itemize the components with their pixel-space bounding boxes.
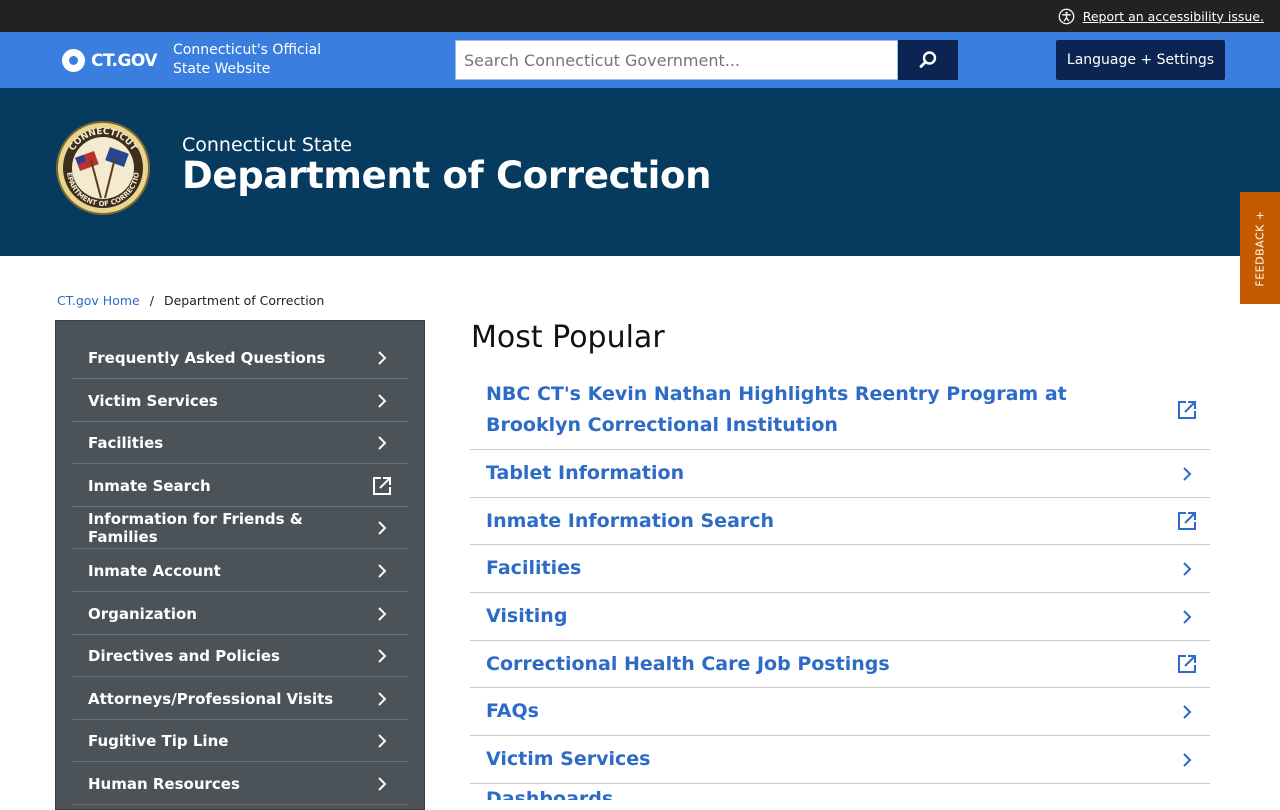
popular-item-label: Correctional Health Care Job Postings [486,652,890,675]
breadcrumb-separator: / [149,293,154,308]
external-link-icon [1176,510,1198,532]
department-seal-logo[interactable]: CONNECTICUT DEPARTMENT OF CORRECTION [55,120,151,216]
chevron-right-icon [372,646,392,666]
sidebar-item-organization[interactable]: Organization [72,593,408,635]
search-icon [919,51,937,68]
ctgov-logo-link[interactable]: CT.GOV [62,49,158,72]
chevron-right-icon [372,348,392,368]
popular-item-label: Tablet Information [486,462,685,484]
breadcrumb-home-link[interactable]: CT.gov Home [57,293,140,308]
popular-item-facilities[interactable]: Facilities [470,545,1210,593]
chevron-right-icon [1176,463,1198,485]
chevron-right-icon [372,774,392,794]
sidebar-item-faq[interactable]: Frequently Asked Questions [72,337,408,379]
chevron-right-icon [372,689,392,709]
chevron-right-icon [1176,558,1198,580]
external-link-icon [1176,653,1198,675]
sidebar-item-label: Attorneys/Professional Visits [88,689,334,708]
sidebar-nav: Frequently Asked Questions Victim Servic… [55,320,425,810]
external-link-icon [1176,399,1198,421]
sidebar-item-victim-services[interactable]: Victim Services [72,380,408,422]
popular-item-visiting[interactable]: Visiting [470,593,1210,641]
sidebar-item-attorneys[interactable]: Attorneys/Professional Visits [72,678,408,720]
popular-item-nbc-reentry[interactable]: NBC CT's Kevin Nathan Highlights Reentry… [470,370,1210,450]
most-popular-heading: Most Popular [471,320,665,355]
sidebar-item-label: Human Resources [88,774,240,793]
feedback-label: FEEDBACK + [1253,209,1267,287]
sidebar-item-label: Frequently Asked Questions [88,348,326,367]
sidebar-item-label: Organization [88,604,197,623]
ctgov-logo-text: CT.GOV [91,50,158,71]
popular-item-tablet-information[interactable]: Tablet Information [470,450,1210,498]
agency-banner: CONNECTICUT DEPARTMENT OF CORRECTION Con… [0,88,1280,256]
language-settings-button[interactable]: Language + Settings [1056,40,1225,80]
sidebar-item-inmate-account[interactable]: Inmate Account [72,550,408,592]
ctgov-logo-icon [62,49,85,72]
search-input[interactable] [455,40,898,80]
accessibility-report-label: Report an accessibility issue. [1082,8,1264,24]
sidebar-item-label: Victim Services [88,391,218,410]
accessibility-report-link[interactable]: Report an accessibility issue. [1058,0,1264,32]
popular-item-label: Dashboards [486,788,614,801]
sidebar-item-inmate-search[interactable]: Inmate Search [72,465,408,507]
chevron-right-icon [372,604,392,624]
official-site-text: Connecticut's Official State Website [173,41,321,79]
search-button[interactable] [898,40,958,80]
sidebar-item-label: Facilities [88,433,164,452]
official-site-line1: Connecticut's Official [173,42,322,58]
popular-item-health-care-jobs[interactable]: Correctional Health Care Job Postings [470,641,1210,688]
chevron-right-icon [372,561,392,581]
popular-item-label: Visiting [486,605,568,627]
chevron-right-icon [372,518,392,538]
chevron-right-icon [372,433,392,453]
agency-pre-title: Connecticut State [182,134,353,156]
popular-item-label: FAQs [486,700,539,722]
agency-title[interactable]: Department of Correction [182,154,711,197]
popular-item-label: Inmate Information Search [486,509,775,532]
sidebar-item-directives[interactable]: Directives and Policies [72,635,408,677]
popular-item-label: Facilities [486,557,582,579]
sidebar-item-label: Directives and Policies [88,646,280,665]
sidebar-item-label: Information for Friends & Families [88,509,303,546]
official-site-line2: State Website [173,61,271,77]
sidebar-item-fugitive-tip-line[interactable]: Fugitive Tip Line [72,720,408,762]
sidebar-item-friends-families[interactable]: Information for Friends & Families [72,507,408,549]
popular-item-label: Victim Services [486,748,651,770]
sidebar-item-label: Inmate Account [88,561,221,580]
chevron-right-icon [1176,749,1198,771]
sidebar-item-label: Fugitive Tip Line [88,731,229,750]
breadcrumb: CT.gov Home / Department of Correction [57,293,324,308]
popular-item-inmate-information-search[interactable]: Inmate Information Search [470,498,1210,545]
popular-item-dashboards[interactable]: Dashboards [470,784,1210,801]
popular-item-faqs[interactable]: FAQs [470,688,1210,736]
ctgov-header: CT.GOV Connecticut's Official State Webs… [0,32,1280,88]
breadcrumb-current: Department of Correction [163,293,325,308]
sidebar-item-human-resources[interactable]: Human Resources [72,763,408,805]
popular-item-victim-services[interactable]: Victim Services [470,736,1210,784]
chevron-right-icon [372,731,392,751]
popular-item-label: NBC CT's Kevin Nathan Highlights Reentry… [486,382,1067,436]
chevron-right-icon [1176,606,1198,628]
sidebar-item-facilities[interactable]: Facilities [72,422,408,464]
utility-bar: Report an accessibility issue. [0,0,1280,32]
chevron-right-icon [1176,701,1198,723]
sidebar-item-label: Inmate Search [88,476,211,495]
accessibility-icon [1058,8,1075,24]
feedback-tab[interactable]: FEEDBACK + [1240,192,1280,304]
chevron-right-icon [372,391,392,411]
external-link-icon [372,476,392,496]
site-search [455,40,958,80]
